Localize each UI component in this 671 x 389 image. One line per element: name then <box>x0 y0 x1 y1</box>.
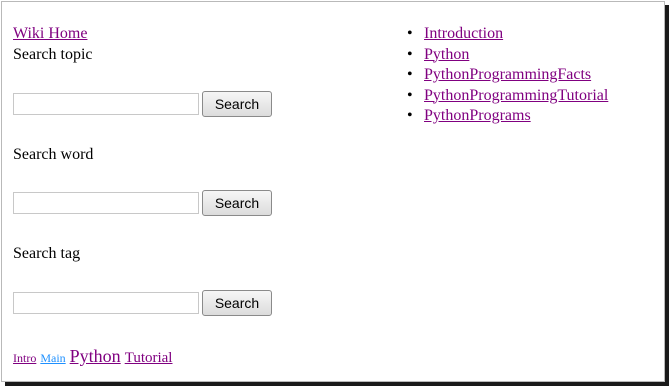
bullet-icon: • <box>407 66 413 83</box>
search-word-label: Search word <box>13 146 94 163</box>
search-tag-button[interactable]: Search <box>202 290 272 316</box>
tag-tutorial-link[interactable]: Tutorial <box>125 350 173 366</box>
search-word-button[interactable]: Search <box>202 190 272 216</box>
list-item: • Introduction <box>402 24 608 45</box>
list-item: • Python <box>402 45 608 66</box>
list-item: • PythonProgrammingTutorial <box>402 86 608 107</box>
search-word-row: Search <box>13 190 272 216</box>
tag-cloud: Intro Main Python Tutorial <box>13 346 172 367</box>
search-tag-label: Search tag <box>13 245 81 262</box>
search-panel: Wiki Home Search topic Search Search wor… <box>13 24 383 366</box>
bullet-icon: • <box>407 107 413 124</box>
search-tag-input[interactable] <box>13 292 199 314</box>
page-link-python-programming-tutorial[interactable]: PythonProgrammingTutorial <box>424 87 608 104</box>
list-item: • PythonPrograms <box>402 106 608 127</box>
tag-python-link[interactable]: Python <box>70 346 121 366</box>
page-link-python[interactable]: Python <box>424 46 469 63</box>
page-list: • Introduction • Python • PythonProgramming… <box>402 24 608 127</box>
search-topic-button[interactable]: Search <box>202 91 272 117</box>
search-topic-label: Search topic <box>13 46 93 63</box>
page-link-python-programming-facts[interactable]: PythonProgrammingFacts <box>424 66 591 83</box>
list-item: • PythonProgrammingFacts <box>402 65 608 86</box>
search-word-input[interactable] <box>13 192 199 214</box>
wiki-home-link[interactable]: Wiki Home <box>13 24 87 43</box>
search-topic-input[interactable] <box>13 93 199 115</box>
bullet-icon: • <box>407 86 413 104</box>
tag-intro-link[interactable]: Intro <box>13 351 36 365</box>
page-list-panel: • Introduction • Python • PythonProgramming… <box>402 24 608 127</box>
search-topic-row: Search <box>13 91 272 117</box>
tag-main-link[interactable]: Main <box>40 351 65 365</box>
search-tag-row: Search <box>13 290 272 316</box>
bullet-icon: • <box>407 45 413 63</box>
page-link-python-programs[interactable]: PythonPrograms <box>424 107 531 124</box>
page-link-introduction[interactable]: Introduction <box>424 25 503 42</box>
page-frame: Wiki Home Search topic Search Search wor… <box>1 1 665 382</box>
bullet-icon: • <box>407 25 413 42</box>
